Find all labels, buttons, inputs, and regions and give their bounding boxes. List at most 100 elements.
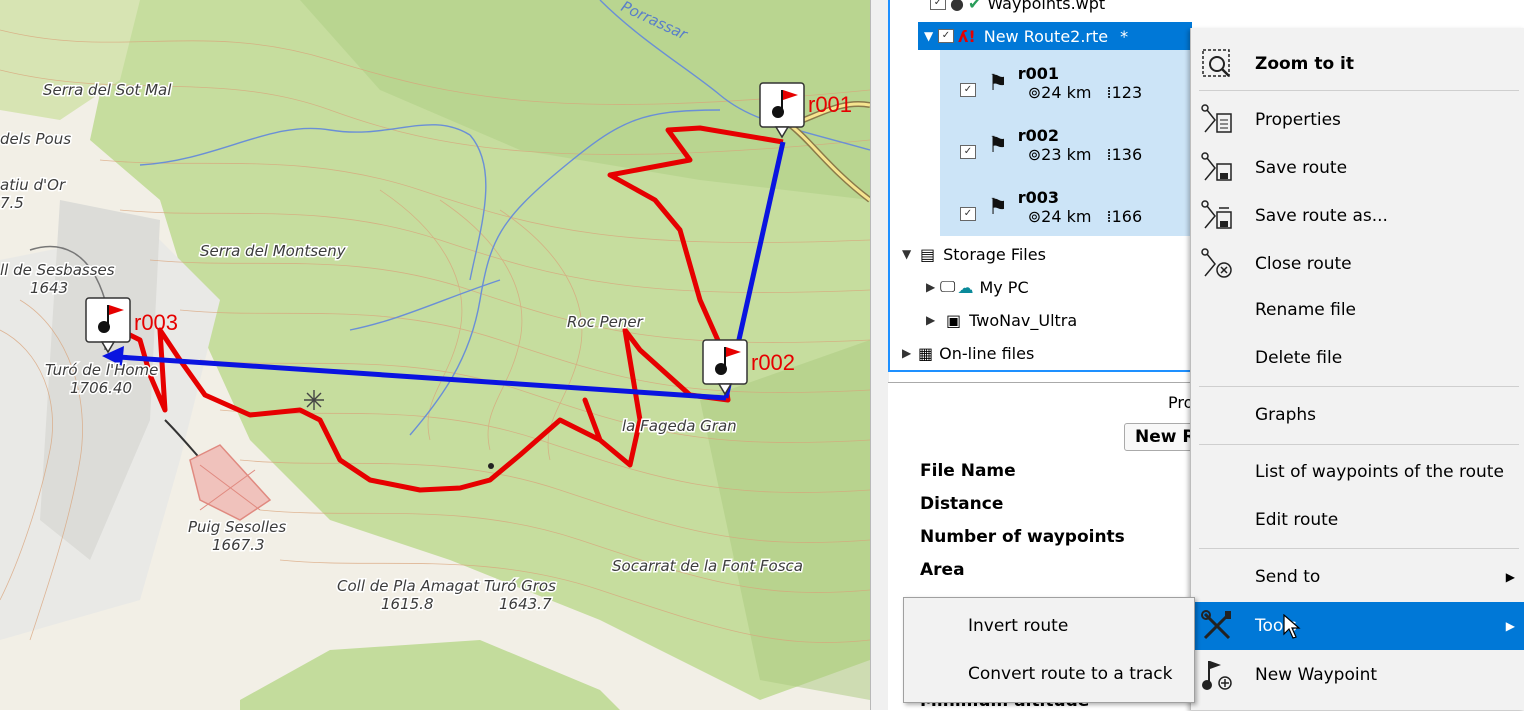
save-route-icon xyxy=(1201,152,1232,181)
menu-item-graphs[interactable]: Graphs xyxy=(1191,393,1524,437)
map-label: Serra del Sot Mal xyxy=(43,81,172,99)
map-label: dels Pous xyxy=(0,130,71,148)
online-storage-icon: ▦ xyxy=(918,343,934,363)
tree-item-my-pc[interactable]: ▶ 🖵 ☁ My PC xyxy=(926,275,1029,299)
tree-item-online-files[interactable]: ▶ ▦ On-line files xyxy=(902,341,1034,365)
route-point-name: r003 xyxy=(1017,188,1060,207)
submenu-arrow-icon: ▶ xyxy=(1505,619,1515,633)
modified-marker: * xyxy=(1120,26,1129,46)
route-point-name: r002 xyxy=(1017,126,1060,145)
menu-item-label: Edit route xyxy=(1255,510,1339,530)
tree-item-label: New Route2.rte xyxy=(983,26,1109,46)
distance-icon: ⊚ xyxy=(1027,207,1042,226)
map-view[interactable]: Serra del Sot Mal dels Pous atiu d'Or 7.… xyxy=(0,0,870,710)
menu-item-send-to[interactable]: Send to ▶ xyxy=(1191,555,1524,599)
map-label: Roc Pener xyxy=(567,313,644,331)
tree-item-device[interactable]: ▶ ▣ TwoNav_Ultra xyxy=(926,308,1077,332)
flag-marker-icon: ⚑ xyxy=(988,194,1008,220)
tree-item-route-point[interactable]: ✓ ⚑ r003 ⊚24 km ⁞166 xyxy=(960,176,1192,238)
tree-item-route-point[interactable]: ✓ ⚑ r001 ⊚24 km ⁞123 xyxy=(960,52,1192,114)
waypoint-label: r003 xyxy=(134,310,178,335)
tools-submenu: Invert route Convert route to a track xyxy=(903,597,1195,703)
map-label: 1643 xyxy=(30,279,68,297)
route-point-name: r001 xyxy=(1017,64,1060,83)
device-icon: ▣ xyxy=(946,310,962,330)
tree-item-route-file[interactable]: ▼ ✓ ʎ! New Route2.rte * xyxy=(918,22,1192,50)
check-icon: ✔ xyxy=(967,0,982,13)
menu-item-save-route[interactable]: Save route xyxy=(1191,146,1524,190)
close-route-icon xyxy=(1201,248,1232,278)
route-point-distance: 23 km xyxy=(1041,145,1092,164)
mouse-cursor-icon xyxy=(1283,614,1301,639)
flag-marker-icon: ⚑ xyxy=(988,132,1008,158)
distance-icon: ⊚ xyxy=(1027,83,1042,102)
cloud-sync-icon: ☁ xyxy=(957,277,974,297)
map-label: 1615.8 xyxy=(381,595,434,613)
menu-item-delete-file[interactable]: Delete file xyxy=(1191,336,1524,380)
menu-item-label: Save route as... xyxy=(1255,206,1388,226)
tree-item-label: Waypoints.wpt xyxy=(987,0,1106,13)
file-name-label: File Name xyxy=(920,461,1016,481)
waypoint-count-label: Number of waypoints xyxy=(920,527,1125,547)
map-label: la Fageda Gran xyxy=(622,417,737,435)
route-icon: ʎ! xyxy=(958,26,976,46)
menu-item-edit-route[interactable]: Edit route xyxy=(1191,498,1524,542)
tree-item-label: My PC xyxy=(979,277,1029,297)
menu-item-close-route[interactable]: Close route xyxy=(1191,242,1524,286)
map-label: Turó de l'Home xyxy=(45,361,158,379)
new-waypoint-icon xyxy=(1202,661,1232,690)
distance-label: Distance xyxy=(920,494,1004,514)
menu-item-label: Delete file xyxy=(1255,348,1343,368)
expand-arrow-icon[interactable]: ▶ xyxy=(926,313,940,327)
waypoint-label: r001 xyxy=(808,92,852,117)
distance-icon: ⊚ xyxy=(1027,145,1042,164)
menu-item-label: Zoom to it xyxy=(1255,54,1354,74)
map-label: ll de Sesbasses xyxy=(0,261,115,279)
tools-icon xyxy=(1201,610,1231,640)
menu-item-new-waypoint[interactable]: New Waypoint xyxy=(1191,653,1524,697)
route-properties-icon xyxy=(1201,104,1232,133)
flag-marker-icon: ⚑ xyxy=(988,70,1008,96)
expand-arrow-icon[interactable]: ▶ xyxy=(902,346,916,360)
collapse-arrow-icon[interactable]: ▼ xyxy=(924,29,938,43)
waypoint-label: r002 xyxy=(751,350,795,375)
tree-item-route-point[interactable]: ✓ ⚑ r002 ⊚23 km ⁞136 xyxy=(960,114,1192,176)
menu-item-label: Properties xyxy=(1255,110,1341,130)
submenu-arrow-icon: ▶ xyxy=(1505,570,1515,584)
tree-item-storage-files[interactable]: ▼ ▤ Storage Files xyxy=(902,242,1046,266)
menu-item-label: Save route xyxy=(1255,158,1348,178)
menu-item-save-route-as[interactable]: Save route as... xyxy=(1191,194,1524,238)
summit-symbol-icon xyxy=(304,390,324,410)
route-point-altitude: 166 xyxy=(1111,207,1143,226)
route-point-distance: 24 km xyxy=(1041,83,1092,102)
collapse-arrow-icon[interactable]: ▼ xyxy=(902,247,916,261)
panel-splitter[interactable] xyxy=(870,0,889,710)
expand-arrow-icon[interactable]: ▶ xyxy=(926,280,940,294)
menu-item-label: List of waypoints of the route xyxy=(1255,462,1504,482)
menu-item-convert-to-track[interactable]: Convert route to a track xyxy=(968,664,1173,684)
waypoint-drop-icon: ● xyxy=(950,0,964,13)
map-label: Puig Sesolles xyxy=(188,518,286,536)
tree-item-waypoints-file[interactable]: ✓ ● ✔ Waypoints.wpt xyxy=(930,0,1105,14)
map-label: 1643.7 xyxy=(499,595,552,613)
tree-item-label: TwoNav_Ultra xyxy=(969,310,1078,330)
menu-item-tools[interactable]: Tools ▶ xyxy=(1191,602,1524,650)
menu-item-list-waypoints[interactable]: List of waypoints of the route xyxy=(1191,450,1524,494)
menu-item-rename-file[interactable]: Rename file xyxy=(1191,288,1524,332)
map-label: Coll de Pla Amagat Turó Gros xyxy=(337,577,556,595)
menu-item-properties[interactable]: Properties xyxy=(1191,98,1524,142)
map-label: 1667.3 xyxy=(212,536,265,554)
menu-item-label: Close route xyxy=(1255,254,1352,274)
map-label: atiu d'Or xyxy=(0,176,66,194)
monitor-icon: 🖵 xyxy=(940,277,956,296)
menu-item-label: Rename file xyxy=(1255,300,1357,320)
menu-item-invert-route[interactable]: Invert route xyxy=(968,616,1068,636)
storage-icon: ▤ xyxy=(920,244,936,264)
map-label: 1706.40 xyxy=(70,379,132,397)
map-label: Serra del Montseny xyxy=(200,242,347,260)
save-route-as-icon xyxy=(1201,200,1232,229)
area-label: Area xyxy=(920,560,965,580)
zoom-to-icon xyxy=(1202,49,1230,77)
map-label: 7.5 xyxy=(0,194,24,212)
menu-item-zoom[interactable]: Zoom to it xyxy=(1191,42,1524,86)
